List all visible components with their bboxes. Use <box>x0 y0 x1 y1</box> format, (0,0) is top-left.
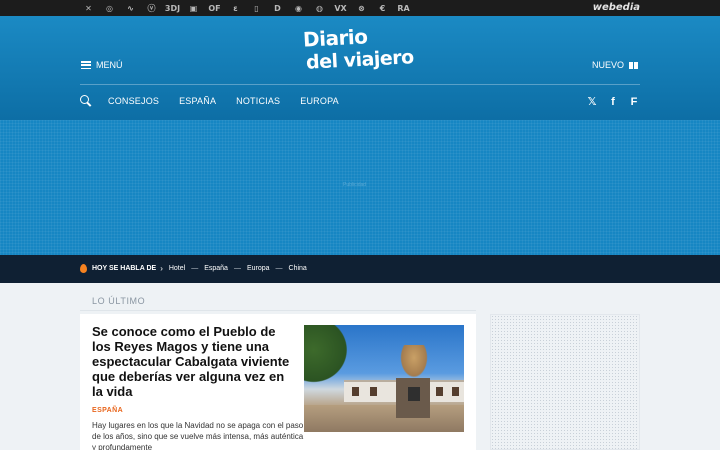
flipboard-icon[interactable]: F <box>629 96 639 108</box>
3djuegos-icon[interactable]: 3DJ <box>162 0 183 16</box>
espinof-icon[interactable]: ▣ <box>183 0 204 16</box>
image-ground <box>304 405 464 432</box>
trend-link-europa[interactable]: Europa <box>247 265 270 272</box>
article-description: Hay lugares en los que la Navidad no se … <box>92 421 304 450</box>
ad-label: Publicidad <box>343 182 367 188</box>
article-category[interactable]: ESPAÑA <box>92 407 123 414</box>
applesfera-icon[interactable]: ◎ <box>99 0 120 16</box>
separator: — <box>191 265 199 272</box>
nav-espana[interactable]: ESPAÑA <box>179 96 216 106</box>
search-icon[interactable] <box>80 95 92 107</box>
nav-europa[interactable]: EUROPA <box>300 96 339 106</box>
article-image[interactable] <box>304 325 464 432</box>
trendencias-icon[interactable]: ⊗ <box>351 0 372 16</box>
nav-consejos[interactable]: CONSEJOS <box>108 96 159 106</box>
menu-button[interactable]: MENÚ <box>81 60 123 70</box>
chevron-right-icon: › <box>160 264 163 273</box>
directo-icon[interactable]: ▯ <box>246 0 267 16</box>
nuevo-button[interactable]: NUEVO <box>592 60 638 70</box>
el-blog-salmon-icon[interactable]: € <box>372 0 393 16</box>
pequerecetas-icon[interactable]: RA <box>393 0 414 16</box>
image-plaque <box>408 387 420 401</box>
motorpasion-icon[interactable]: D <box>267 0 288 16</box>
image-tree <box>304 325 352 387</box>
separator: — <box>233 265 241 272</box>
compradiccion-icon[interactable]: OF <box>204 0 225 16</box>
logo-line-2: del viajero <box>305 46 415 74</box>
site-logo[interactable]: Diario del viajero <box>300 24 425 78</box>
article-title[interactable]: Se conoce como el Pueblo de los Reyes Ma… <box>92 324 296 399</box>
separator: — <box>275 265 283 272</box>
logo-line-1: Diario <box>302 24 369 52</box>
ad-banner[interactable]: Publicidad <box>0 120 720 255</box>
article-card: Se conoce como el Pueblo de los Reyes Ma… <box>80 314 476 450</box>
section-divider <box>80 310 476 311</box>
x-icon[interactable]: 𝕏 <box>587 95 597 108</box>
menu-label: MENÚ <box>96 60 123 70</box>
trend-link-hotel[interactable]: Hotel <box>169 265 185 272</box>
section-title: LO ÚLTIMO <box>92 296 146 306</box>
vitonica-icon[interactable]: ◍ <box>309 0 330 16</box>
sidebar-ad[interactable] <box>490 314 640 450</box>
vidaextra-icon[interactable]: ⓥ <box>141 0 162 16</box>
site-header: MENÚ Diario del viajero NUEVO CONSEJOS E… <box>0 16 720 120</box>
image-statue <box>398 345 430 381</box>
social-links: 𝕏 f F <box>587 95 639 109</box>
hamburger-icon <box>81 61 91 69</box>
xatakamovil-icon[interactable]: ɛ <box>225 0 246 16</box>
network-bar: ✕ ◎ ∿ ⓥ 3DJ ▣ OF ɛ ▯ D ◉ ◍ VX ⊗ € RA webedia <box>0 0 720 16</box>
genbeta-icon[interactable]: ∿ <box>120 0 141 16</box>
trend-link-espana[interactable]: España <box>204 265 228 272</box>
book-icon <box>629 61 638 69</box>
facebook-icon[interactable]: f <box>608 96 618 108</box>
main-nav: CONSEJOS ESPAÑA NOTICIAS EUROPA <box>80 95 359 107</box>
fire-icon <box>80 264 87 273</box>
xataka-icon[interactable]: ✕ <box>78 0 99 16</box>
trending-bar: HOY SE HABLA DE › Hotel — España — Europ… <box>0 255 720 283</box>
trend-link-china[interactable]: China <box>289 265 307 272</box>
trending-title: HOY SE HABLA DE <box>92 265 157 272</box>
applesfera2-icon[interactable]: ◉ <box>288 0 309 16</box>
webedia-logo[interactable]: webedia <box>593 2 640 13</box>
header-divider <box>80 84 640 85</box>
network-icons: ✕ ◎ ∿ ⓥ 3DJ ▣ OF ɛ ▯ D ◉ ◍ VX ⊗ € RA <box>78 0 414 16</box>
vayatele-icon[interactable]: VX <box>330 0 351 16</box>
nav-noticias[interactable]: NOTICIAS <box>236 96 280 106</box>
nuevo-label: NUEVO <box>591 60 624 70</box>
